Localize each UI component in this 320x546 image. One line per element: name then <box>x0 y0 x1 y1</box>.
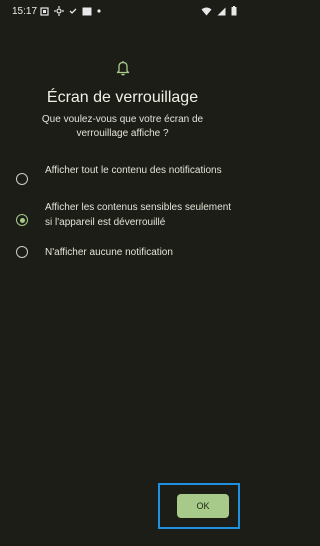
header-icon-container <box>0 60 245 81</box>
wifi-icon <box>201 7 212 16</box>
page-title: Écran de verrouillage <box>46 89 199 106</box>
option-label: Afficher tout le contenu des notificatio… <box>45 165 222 176</box>
settings-icon <box>54 6 64 16</box>
lock-screen-setup-screen: 15:17 Écran de verrouillage Que voulez-v… <box>0 0 245 546</box>
status-bar: 15:17 <box>0 0 245 24</box>
option-label: N'afficher aucune notification <box>45 247 173 258</box>
ok-button[interactable]: OK <box>177 494 229 518</box>
page-subtitle: Que voulez-vous que votre écran de verro… <box>41 114 204 139</box>
status-time: 15:17 <box>12 6 38 17</box>
radio-button[interactable] <box>16 246 28 258</box>
check-icon <box>69 7 77 15</box>
signal-icon <box>217 7 226 16</box>
radio-button-selected[interactable] <box>16 214 28 226</box>
media-icon <box>82 7 92 16</box>
radio-button[interactable] <box>16 173 28 185</box>
screenshot-icon <box>40 6 49 16</box>
status-system-icons <box>201 6 237 16</box>
option-label: Afficher les contenus sensibles seulemen… <box>45 202 232 228</box>
battery-icon <box>231 6 237 16</box>
bell-icon <box>116 60 130 81</box>
dot-icon <box>97 9 101 13</box>
status-notification-icons <box>40 6 101 16</box>
